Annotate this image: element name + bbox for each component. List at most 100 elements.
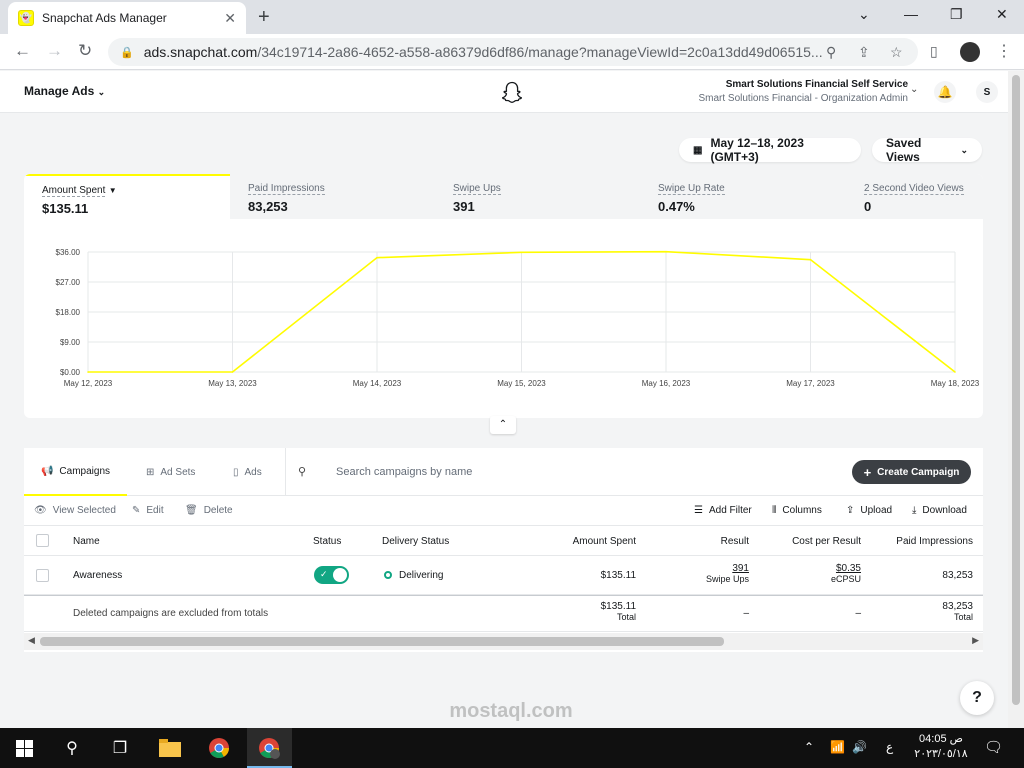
delete-button[interactable]: 🗑 Delete [185,505,233,516]
col-result[interactable]: Result [721,536,749,547]
col-cost-per-result[interactable]: Cost per Result [792,536,861,547]
notifications-icon[interactable]: 🗨 [984,738,1003,756]
chart-y-tick-label: $0.00 [60,368,81,377]
chart-y-tick-label: $9.00 [60,338,81,347]
tab-ads[interactable]: ▯ Ads [233,448,262,496]
app-header: Manage Ads ⌄ Smart Solutions Financial S… [0,71,1008,113]
scroll-right-icon[interactable]: ▶ [972,635,979,646]
chart-data-point [87,371,89,373]
cost-per-result-value[interactable]: $0.35 eCPSU [831,564,861,585]
download-button[interactable]: ⤓ Download [912,505,967,516]
url-text: ads.snapchat.com/34c19714-2a86-4652-a558… [143,44,823,60]
col-amount-spent[interactable]: Amount Spent [573,536,636,547]
page-scrollbar-thumb[interactable] [1012,75,1020,705]
metric-amount-spent[interactable]: Amount Spent ▼ $135.11 [24,174,230,219]
wifi-icon[interactable]: 📶 [830,740,845,754]
collapse-chart-chevron-up-icon[interactable]: ⌃ [490,416,516,434]
create-campaign-button[interactable]: + Create Campaign [852,460,971,484]
org-chevron-down-icon[interactable]: ⌄ [910,84,918,95]
tray-chevron-up-icon[interactable]: ⌃ [804,740,814,754]
task-view-icon[interactable]: ❐ [108,737,132,759]
col-status[interactable]: Status [313,536,341,547]
manage-ads-menu[interactable]: Manage Ads ⌄ [24,84,105,98]
chart-y-tick-label: $18.00 [56,308,81,317]
lock-icon[interactable]: 🔒 [120,46,134,59]
pencil-icon: ✎ [132,505,141,516]
chart-data-point [954,371,956,373]
close-tab-icon[interactable]: ✕ [224,10,236,27]
col-name[interactable]: Name [73,536,100,547]
page-scrollbar[interactable] [1008,71,1024,728]
calendar-icon: ▦ [693,144,703,156]
result-value[interactable]: 391 Swipe Ups [706,564,749,585]
side-panel-icon[interactable]: ▯ [930,43,938,60]
metric-swipe-up-rate[interactable]: Swipe Up Rate 0.47% [640,174,846,219]
plus-icon: + [863,464,872,480]
browser-tab[interactable]: 👻 Snapchat Ads Manager ✕ [8,2,246,34]
restore-icon[interactable]: ❐ [950,6,963,23]
delivery-status: Delivering [384,570,443,581]
forward-icon[interactable]: → [46,41,63,61]
metric-swipe-ups[interactable]: Swipe Ups 391 [435,174,641,219]
close-window-icon[interactable]: ✕ [996,6,1008,23]
table-horizontal-scrollbar[interactable]: ◀ ▶ [24,633,983,650]
notifications-bell-icon[interactable]: 🔔 [934,81,956,103]
profile-avatar[interactable] [960,42,980,62]
tab-campaigns[interactable]: 📢 Campaigns [24,448,127,496]
chrome-profile-icon[interactable] [257,737,281,759]
row-checkbox[interactable] [36,569,49,582]
campaign-name[interactable]: Awareness [73,570,122,581]
select-all-checkbox[interactable] [36,534,49,547]
scroll-left-icon[interactable]: ◀ [28,635,35,646]
user-avatar[interactable]: S [976,81,998,103]
chrome-icon[interactable] [207,737,231,759]
tabs-divider [285,448,286,496]
date-range-picker[interactable]: ▦ May 12–18, 2023 (GMT+3) [679,136,861,164]
horizontal-scrollbar-thumb[interactable] [40,637,724,646]
search-icon[interactable]: ⚲ [62,737,82,759]
input-language[interactable]: ع [886,740,893,754]
help-question-icon[interactable]: ? [960,681,994,715]
columns-button[interactable]: ⦀ Columns [772,505,822,516]
edit-button[interactable]: ✎ Edit [132,505,164,516]
share-icon[interactable]: ⇪ [858,44,870,61]
saved-views-dropdown[interactable]: Saved Views ⌄ [872,136,982,164]
metric-video-views[interactable]: 2 Second Video Views 0 [846,174,983,219]
chart-x-tick-label: May 18, 2023 [931,379,980,388]
trash-icon: 🗑 [185,505,198,516]
totals-note: Deleted campaigns are excluded from tota… [73,608,269,619]
clock-date: ٢٠٢٣/٠٥/١٨ [914,748,968,760]
volume-icon[interactable]: 🔊 [852,740,867,754]
new-tab-icon[interactable]: + [258,6,270,29]
snapchat-ghost-icon[interactable] [502,81,522,103]
chart-y-tick-label: $36.00 [56,248,81,257]
chart-x-tick-label: May 13, 2023 [208,379,257,388]
url-field[interactable]: 🔒 ads.snapchat.com/34c19714-2a86-4652-a5… [108,38,918,66]
view-selected-button[interactable]: 👁 View Selected [34,505,116,516]
upload-button[interactable]: ⇪ Upload [846,505,892,516]
metric-paid-impressions[interactable]: Paid Impressions 83,253 [230,174,436,219]
tab-search-chevron-icon[interactable]: ⌄ [858,6,870,23]
amount-spent-value: $135.11 [600,570,636,581]
col-paid-impressions[interactable]: Paid Impressions [896,536,973,547]
table-row[interactable]: Awareness ✓ Delivering $135.11 391 Swipe … [24,556,983,595]
organization-switcher[interactable]: Smart Solutions Financial Self Service S… [698,79,908,104]
tab-ad-sets[interactable]: ⊞ Ad Sets [146,448,195,496]
add-filter-button[interactable]: ☰ Add Filter [694,505,752,516]
file-explorer-icon[interactable] [158,737,182,759]
back-icon[interactable]: ← [14,41,31,61]
chevron-down-icon: ⌄ [97,87,106,97]
reload-icon[interactable]: ↻ [78,41,92,61]
zoom-icon[interactable]: ⚲ [826,44,836,61]
bookmark-star-icon[interactable]: ☆ [890,44,903,61]
chrome-menu-icon[interactable]: ⋮ [996,41,1012,61]
taskbar-clock[interactable]: 04:05 ص ٢٠٢٣/٠٥/١٨ [906,732,976,762]
grid-icon: ⊞ [146,466,155,478]
minimize-icon[interactable]: — [904,6,918,22]
col-delivery-status[interactable]: Delivery Status [382,536,449,547]
download-icon: ⤓ [912,505,917,516]
search-campaigns-input[interactable] [336,462,636,482]
windows-start-icon[interactable] [14,737,34,759]
org-role: Smart Solutions Financial - Organization… [698,93,908,104]
status-toggle[interactable]: ✓ [314,566,349,584]
